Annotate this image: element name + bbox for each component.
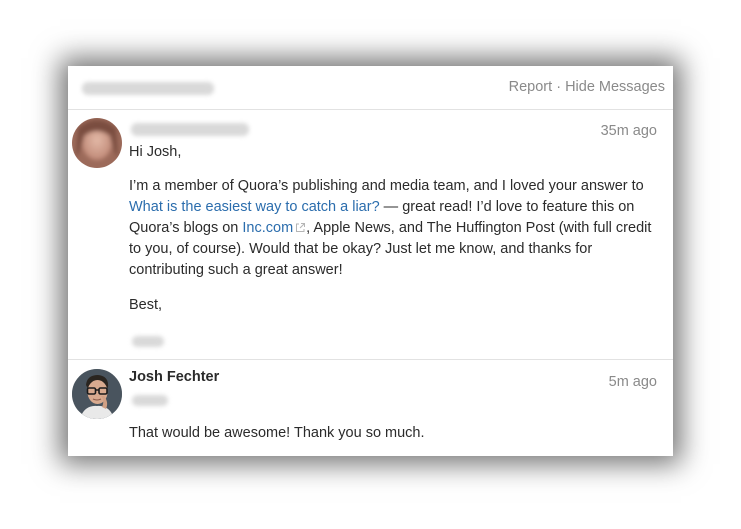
blurred-signature <box>132 336 164 347</box>
paragraph-text-start: I’m a member of Quora’s publishing and m… <box>129 178 644 194</box>
action-separator: · <box>552 79 566 95</box>
blurred-avatar-image <box>72 118 122 168</box>
message-text: That would be awesome! Thank you so much… <box>129 425 425 441</box>
external-link-icon <box>296 223 306 232</box>
message-item: 35m ago Hi Josh, I’m a member of Quora’s… <box>68 110 673 360</box>
header-actions: Report · Hide Messages <box>509 79 665 95</box>
report-link[interactable]: Report <box>509 79 553 95</box>
blurred-sender-name <box>131 123 249 136</box>
avatar[interactable] <box>72 118 122 168</box>
page: Report · Hide Messages 35m ago Hi Josh, … <box>0 0 741 529</box>
avatar[interactable] <box>72 369 122 419</box>
greeting: Hi Josh, <box>129 144 182 160</box>
thread-header: Report · Hide Messages <box>68 66 673 110</box>
message-body: That would be awesome! Thank you so much… <box>129 423 659 444</box>
josh-avatar-image <box>72 369 122 419</box>
message-item: Josh Fechter 5m ago That would be awesom… <box>68 361 673 456</box>
message-thread-card: Report · Hide Messages 35m ago Hi Josh, … <box>68 66 673 456</box>
question-link[interactable]: What is the easiest way to catch a liar? <box>129 199 380 215</box>
message-timestamp: 5m ago <box>608 374 657 390</box>
message-timestamp: 35m ago <box>600 123 657 139</box>
author-name[interactable]: Josh Fechter <box>129 369 219 385</box>
message-paragraph: I’m a member of Quora’s publishing and m… <box>129 176 659 281</box>
inc-link[interactable]: Inc.com <box>242 220 293 236</box>
blurred-credential <box>132 395 168 406</box>
hide-messages-link[interactable]: Hide Messages <box>565 79 665 95</box>
signoff: Best, <box>129 297 163 313</box>
message-body: Hi Josh, I’m a member of Quora’s publish… <box>129 142 659 316</box>
blurred-contact-name <box>82 82 214 95</box>
